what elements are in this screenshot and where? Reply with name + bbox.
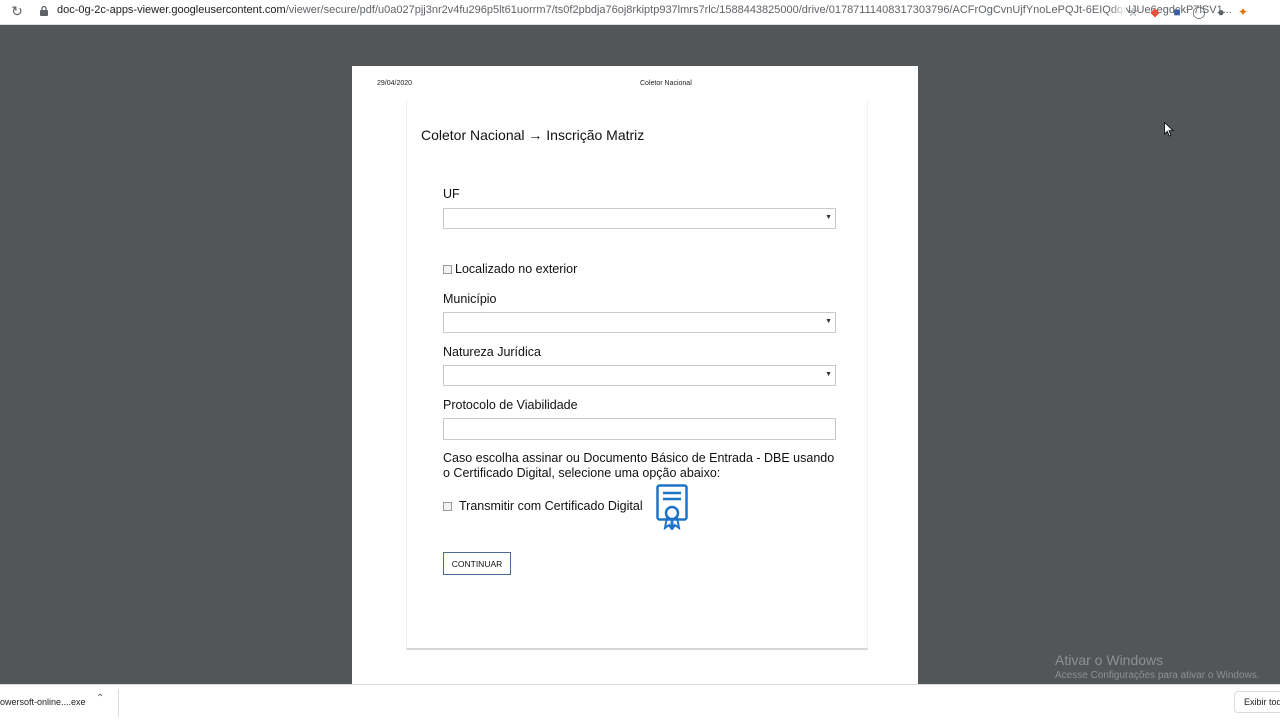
downloads-bar: owersoft-online....exe ⌃ Exibir tod [0, 684, 1280, 721]
extension-icon[interactable]: ● [1214, 5, 1228, 19]
watermark-title: Ativar o Windows [1055, 652, 1164, 668]
lock-icon[interactable] [38, 5, 50, 17]
certificate-icon [656, 484, 688, 530]
mouse-cursor-icon [1164, 122, 1174, 137]
form-card: Coletor Nacional → Inscrição Matriz UF ▼… [406, 100, 868, 650]
extension-icon[interactable]: ◆ [1148, 5, 1162, 19]
uf-label: UF [443, 187, 460, 201]
browser-toolbar: ↻ doc-0g-2c-apps-viewer.googleuserconten… [0, 0, 1280, 25]
show-all-downloads-button[interactable]: Exibir tod [1234, 691, 1280, 713]
pdf-page: 29/04/2020 Coletor Nacional Coletor Naci… [352, 66, 918, 686]
extension-icon[interactable]: ✦ [1236, 5, 1250, 19]
url-host: doc-0g-2c-apps-viewer.googleusercontent.… [57, 4, 286, 16]
dropdown-arrow-icon: ▼ [825, 318, 832, 325]
reload-icon[interactable]: ↻ [9, 3, 25, 19]
star-icon[interactable]: ☆ [1126, 5, 1140, 19]
dropdown-arrow-icon: ▼ [825, 371, 832, 378]
municipio-select[interactable]: ▼ [443, 312, 836, 333]
municipio-label: Município [443, 292, 497, 306]
form-title: Coletor Nacional → Inscrição Matriz [421, 127, 645, 143]
certificate-info-text: Caso escolha assinar ou Documento Básico… [443, 451, 835, 480]
exterior-label: Localizado no exterior [455, 262, 578, 276]
pdf-header-title: Coletor Nacional [640, 80, 692, 87]
continue-button[interactable]: CONTINUAR [443, 552, 511, 575]
certificado-label: Transmitir com Certificado Digital [459, 499, 643, 513]
protocolo-label: Protocolo de Viabilidade [443, 398, 578, 412]
pdf-header-date: 29/04/2020 [377, 80, 413, 87]
url-path: /viewer/secure/pdf/u0a027pjj3nr2v4fu296p… [285, 4, 1232, 16]
dropdown-arrow-icon: ▼ [825, 214, 832, 221]
uf-select[interactable]: ▼ [443, 208, 836, 229]
natureza-label: Natureza Jurídica [443, 345, 541, 359]
extension-icon[interactable]: ◯ [1192, 5, 1206, 19]
chevron-up-icon[interactable]: ⌃ [96, 693, 104, 704]
exterior-checkbox[interactable] [443, 265, 452, 274]
address-bar[interactable]: doc-0g-2c-apps-viewer.googleusercontent.… [57, 4, 1232, 16]
windows-activation-watermark: Ativar o Windows Acesse Configurações pa… [1055, 652, 1260, 681]
natureza-select[interactable]: ▼ [443, 365, 836, 386]
protocolo-input[interactable] [443, 418, 836, 440]
extension-icon[interactable]: ■ [1170, 5, 1184, 19]
toolbar-icons: ☆ ◆ ■ ◯ ● ✦ [1126, 3, 1250, 21]
certificado-checkbox[interactable] [443, 502, 452, 511]
divider [118, 689, 119, 717]
url-fade [1110, 0, 1126, 24]
watermark-subtitle: Acesse Configurações para ativar o Windo… [1055, 670, 1260, 681]
download-item[interactable]: owersoft-online....exe [0, 697, 86, 707]
